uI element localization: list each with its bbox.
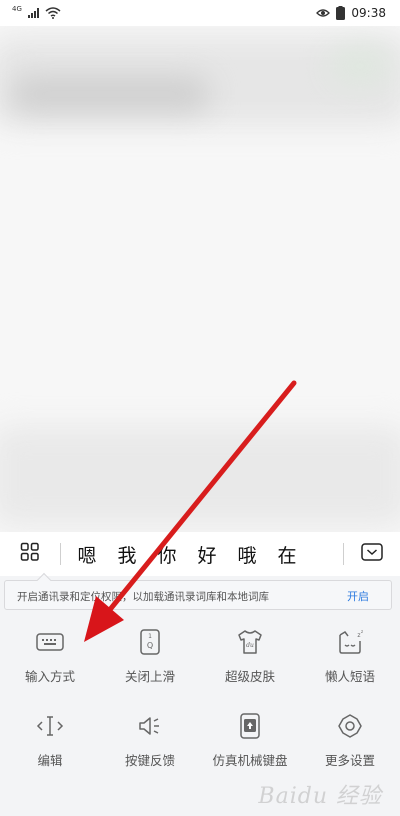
battery-icon [336, 6, 346, 20]
tshirt-icon: du [234, 626, 266, 658]
signal-icon [27, 8, 39, 18]
collapse-keyboard-button[interactable] [344, 532, 400, 576]
blurred-content [0, 26, 400, 532]
candidate-word[interactable]: 在 [267, 541, 307, 568]
svg-text:z: z [361, 629, 363, 634]
mechanical-keyboard-icon [234, 710, 266, 742]
tool-mechanical-keyboard[interactable]: 仿真机械键盘 [200, 704, 300, 788]
candidate-list: 嗯 我 你 好 哦 在 [61, 541, 343, 568]
collapse-icon [361, 543, 383, 565]
candidate-word[interactable]: 你 [147, 541, 187, 568]
gear-icon [334, 710, 366, 742]
tool-more-settings[interactable]: 更多设置 [300, 704, 400, 788]
speaker-icon [134, 710, 166, 742]
blurred-title [10, 76, 210, 112]
wifi-icon [45, 7, 61, 19]
svg-text:1: 1 [148, 633, 152, 640]
tool-label: 懒人短语 [324, 669, 375, 684]
baidu-watermark: Baidu 经验 [258, 784, 382, 809]
tool-super-skin[interactable]: du 超级皮肤 [200, 620, 300, 704]
tool-edit[interactable]: 编辑 [0, 704, 100, 788]
clock: 09:38 [351, 6, 386, 20]
svg-text:du: du [246, 642, 254, 649]
tool-label: 更多设置 [324, 753, 375, 768]
svg-text:Q: Q [147, 641, 153, 650]
status-right: 09:38 [316, 6, 386, 20]
candidate-word[interactable]: 哦 [227, 541, 267, 568]
enable-permission-button[interactable]: 开启 [347, 588, 369, 604]
blurred-corner [330, 46, 390, 86]
tool-label: 超级皮肤 [224, 669, 275, 684]
permission-notice: 开启通讯录和定位权限，以加载通讯录词库和本地词库 开启 [0, 572, 400, 612]
keyboard-icon [34, 626, 66, 658]
menu-grid-button[interactable] [0, 532, 60, 576]
notice-text: 开启通讯录和定位权限，以加载通讯录词库和本地词库 [17, 591, 269, 603]
swipe-key-icon: 1 Q [134, 626, 166, 658]
tool-label: 仿真机械键盘 [212, 753, 288, 768]
status-bar: 4G 09:38 [0, 0, 400, 26]
tool-key-feedback[interactable]: 按键反馈 [100, 704, 200, 788]
tool-close-swipe[interactable]: 1 Q 关闭上滑 [100, 620, 200, 704]
blurred-footer [0, 426, 400, 526]
tool-label: 编辑 [37, 753, 63, 768]
keyboard-panel: 嗯 我 你 好 哦 在 开启通讯录和定位权限，以加载通讯录词库和本地词库 开启 [0, 532, 400, 816]
tool-lazy-phrase[interactable]: z z 懒人短语 [300, 620, 400, 704]
status-left: 4G [12, 5, 61, 19]
tool-label: 按键反馈 [124, 753, 175, 768]
tool-input-mode[interactable]: 输入方式 [0, 620, 100, 704]
text-cursor-icon [34, 710, 66, 742]
candidate-word[interactable]: 我 [107, 541, 147, 568]
network-type: 4G [12, 5, 22, 13]
candidate-word[interactable]: 好 [187, 541, 227, 568]
tool-label: 关闭上滑 [124, 669, 175, 684]
lazy-phrase-icon: z z [334, 626, 366, 658]
grid-icon [20, 542, 40, 566]
tool-label: 输入方式 [24, 669, 75, 684]
eye-comfort-icon [316, 8, 331, 18]
candidate-word[interactable]: 嗯 [67, 541, 107, 568]
candidate-bar: 嗯 我 你 好 哦 在 [0, 532, 400, 576]
notice-box: 开启通讯录和定位权限，以加载通讯录词库和本地词库 开启 [4, 572, 392, 610]
notice-caret [36, 572, 52, 588]
